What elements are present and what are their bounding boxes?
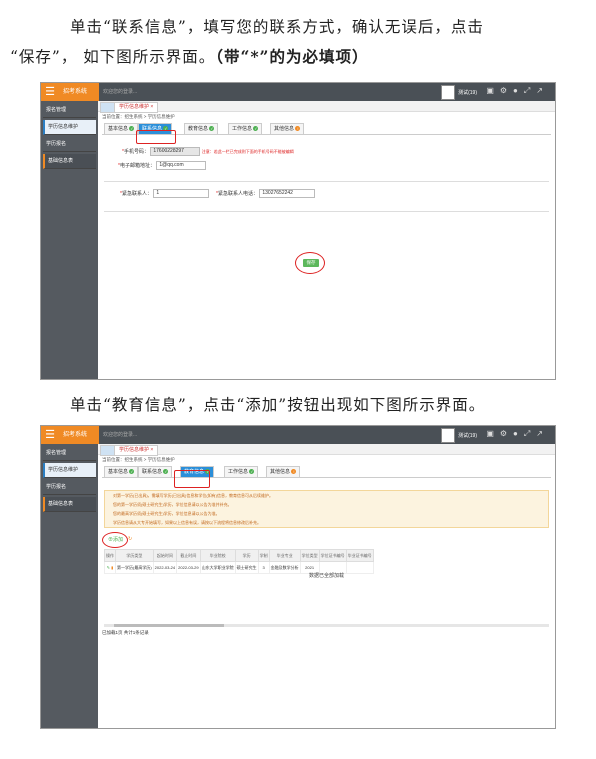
notice-line: 您的最高学历须(硕士研究生)学历，学位信息请以公告为准。	[113, 511, 220, 516]
sidebar-item-edu-signup-2[interactable]: 学历报名	[43, 480, 96, 495]
sidebar: 报名管理 学历信息维护 学历报名 基础信息表	[41, 101, 98, 379]
toolbar-icons[interactable]: ▣⚙●⤢↗	[486, 86, 549, 96]
highlight-contact-tab	[136, 130, 176, 144]
email-label: 电子邮箱地址：	[119, 162, 155, 169]
tab-contact-info-2[interactable]: 联系信息 ✓	[138, 466, 173, 477]
tab-education-info[interactable]: 教育信息 ✓	[184, 123, 219, 134]
col-header: 学位证书编号	[318, 549, 347, 562]
screenshot-education-info: ☰ 招考系统 欢迎您的登录... 测试(19) ▣⚙●⤢↗ 报名管理 学历信息维…	[40, 425, 556, 729]
sidebar-item-signup[interactable]: 报名管理	[43, 103, 96, 118]
page-tabs: 学历信息维护 ×	[98, 101, 555, 113]
tab-other-info-2[interactable]: 其他信息 !	[266, 466, 301, 477]
email-row: *电子邮箱地址： 1@qq.com	[118, 161, 207, 170]
emergency-label: 紧急联系人：	[121, 190, 152, 197]
col-header: 学历类型	[115, 549, 154, 562]
highlight-education-tab	[174, 470, 210, 488]
col-header: 操作	[104, 549, 116, 562]
emergency-phone-field[interactable]: 13027652242	[259, 189, 316, 198]
col-header: 毕业院校	[199, 549, 236, 562]
col-header: 学位类型	[299, 549, 320, 562]
phone-row: *手机号码： 17600228297 注意：若此一栏已完成则下面的手机号码不能被…	[122, 147, 294, 156]
col-header: 毕业专业	[268, 549, 301, 562]
tab-edu-maintain[interactable]: 学历信息维护 ×	[114, 102, 159, 113]
page-tabs-2: 学历信息维护 ×	[98, 444, 555, 456]
notice-line: 您的第一学历须(硕士研究生)学历，学位信息请以公告为准并补充。	[113, 502, 232, 507]
emergency-field[interactable]: 1	[153, 189, 210, 198]
education-table: 操作 学历类型 起始时间 截止时间 毕业院校 学历 学制 毕业专业 学位类型 学…	[104, 549, 374, 574]
table-footer: 已加载1页 共计1条记录	[102, 630, 149, 635]
sidebar-item-edu-maintain-2[interactable]: 学历信息维护	[43, 463, 96, 478]
sidebar-item-edu-signup[interactable]: 学历报名	[43, 137, 96, 152]
sub-tabs-2: 基本信息 ✓ 联系信息 ✓ 教育信息 ✓ 工作信息 ✓ 其他信息 !	[102, 465, 551, 478]
highlight-add	[102, 532, 128, 548]
col-header: 学历	[234, 549, 259, 562]
emergency-phone-row: *紧急联系人电话： 13027652242	[216, 189, 316, 198]
divider	[104, 181, 549, 182]
notice-line: 学历信息请从大专开始填写，如果以上信息有误，请按以下流程将信息修改后补充。	[113, 520, 261, 525]
main-content-2: 学历信息维护 × 当前位置：招生系统 > 学历信息维护 基本信息 ✓ 联系信息 …	[98, 444, 555, 728]
col-header: 截止时间	[176, 549, 201, 562]
avatar-2	[441, 428, 456, 443]
sidebar-item-signup-2[interactable]: 报名管理	[43, 446, 96, 461]
delete-icon[interactable]: ▮	[111, 565, 113, 570]
sidebar-2: 报名管理 学历信息维护 学历报名 基础信息表	[41, 444, 98, 728]
top-bar-2: ☰ 招考系统 欢迎您的登录... 测试(19) ▣⚙●⤢↗	[41, 426, 555, 444]
instruction-paragraph-2: 单击“教育信息”，点击“添加”按钮出现如下图所示界面。	[40, 390, 560, 420]
tab-basic-info[interactable]: 基本信息 ✓	[104, 123, 139, 134]
instruction-line-2: “保存”， 如下图所示界面。	[10, 48, 216, 66]
tab-other-info[interactable]: 其他信息 !	[270, 123, 305, 134]
brand: 招考系统	[59, 83, 99, 101]
edit-icon[interactable]: ✎	[107, 565, 110, 570]
tab-work-info-2[interactable]: 工作信息 ✓	[224, 466, 259, 477]
toolbar-icons-2[interactable]: ▣⚙●⤢↗	[486, 429, 549, 439]
user-box-2[interactable]: 测试(19)	[441, 428, 477, 443]
user-name-2: 测试(19)	[458, 432, 477, 439]
highlight-save	[295, 252, 325, 274]
required-note: （带“*”的为必填项）	[215, 47, 369, 66]
horizontal-scrollbar[interactable]	[104, 624, 549, 627]
main-content: 学历信息维护 × 当前位置：招生系统 > 学历信息维护 基本信息 ✓ 联系信息 …	[98, 101, 555, 379]
search-hint: 欢迎您的登录...	[103, 89, 138, 95]
table-end-note: 数据已全部加载	[308, 573, 344, 579]
screenshot-contact-info: ☰ 招考系统 欢迎您的登录... 测试(19) ▣⚙●⤢↗ 报名管理 学历信息维…	[40, 82, 556, 380]
instruction-line-1: 单击“联系信息”，填写您的联系方式，确认无误后，点击	[70, 18, 484, 36]
search-hint-2: 欢迎您的登录...	[103, 432, 138, 438]
breadcrumb: 当前位置：招生系统 > 学历信息维护	[102, 114, 175, 119]
notice-box: 对第一学历(已出具)，需填写学历(已出具)信息和学位(如有)信息，教育信息可从后…	[104, 490, 549, 528]
sidebar-item-edu-maintain[interactable]: 学历信息维护	[43, 120, 96, 135]
email-field[interactable]: 1@qq.com	[156, 161, 207, 170]
phone-note: 注意：若此一栏已完成则下面的手机号码不能被编辑	[201, 148, 294, 154]
divider-2	[104, 211, 549, 212]
notice-line: 对第一学历(已出具)，需填写学历(已出具)信息和学位(如有)信息，教育信息可从后…	[113, 493, 273, 498]
tab-work-info[interactable]: 工作信息 ✓	[228, 123, 263, 134]
top-bar: ☰ 招考系统 欢迎您的登录... 测试(19) ▣⚙●⤢↗	[41, 83, 555, 101]
refresh-icon[interactable]: ↻	[128, 536, 132, 542]
col-header: 学制	[257, 549, 270, 562]
phone-label: 手机号码：	[123, 148, 149, 155]
user-box[interactable]: 测试(19)	[441, 85, 477, 100]
col-header: 起始时间	[152, 549, 178, 562]
emergency-phone-label: 紧急联系人电话：	[217, 190, 258, 197]
user-name: 测试(19)	[458, 89, 477, 96]
col-header: 毕业证书编号	[345, 549, 374, 562]
sidebar-item-basic[interactable]: 基础信息表	[43, 154, 96, 169]
tab-basic-info-2[interactable]: 基本信息 ✓	[104, 466, 139, 477]
menu-icon-2[interactable]: ☰	[41, 426, 59, 444]
menu-icon[interactable]: ☰	[41, 83, 59, 101]
breadcrumb-2: 当前位置：招生系统 > 学历信息维护	[102, 457, 175, 462]
avatar	[441, 85, 456, 100]
tab-edu-maintain-2[interactable]: 学历信息维护 ×	[114, 445, 159, 456]
sidebar-item-basic-2[interactable]: 基础信息表	[43, 497, 96, 512]
instruction-paragraph-1: 单击“联系信息”，填写您的联系方式，确认无误后，点击 “保存”， 如下图所示界面…	[10, 12, 560, 72]
brand-2: 招考系统	[59, 426, 99, 444]
emergency-row: *紧急联系人： 1	[120, 189, 210, 198]
instruction-line-3: 单击“教育信息”，点击“添加”按钮出现如下图所示界面。	[70, 396, 486, 414]
phone-field[interactable]: 17600228297	[150, 147, 201, 156]
